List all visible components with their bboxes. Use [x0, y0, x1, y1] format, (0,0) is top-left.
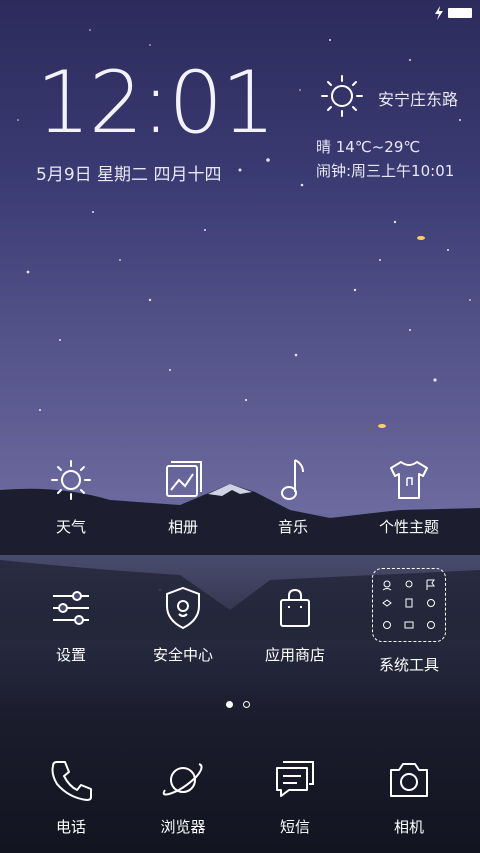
alarm-info: 闹钟:周三上午10:01	[316, 162, 455, 180]
music-note-icon	[281, 459, 304, 500]
app-label: 音乐	[277, 518, 308, 536]
gallery-icon	[166, 461, 202, 497]
page-indicator[interactable]	[226, 701, 250, 708]
app-label: 天气	[55, 518, 86, 536]
dock-phone[interactable]: 电话	[16, 756, 126, 837]
app-gallery[interactable]: 相册	[128, 456, 238, 537]
app-label: 安全中心	[152, 646, 213, 664]
app-label: 应用商店	[264, 646, 325, 664]
clock-date: 5月9日 星期二 四月十四	[36, 165, 222, 185]
page-dot[interactable]	[243, 701, 250, 708]
app-label: 短信	[279, 818, 310, 836]
sun-icon	[51, 460, 91, 500]
clock-time[interactable]: 12:01	[36, 60, 276, 146]
app-label: 设置	[55, 646, 86, 664]
shield-icon	[166, 586, 200, 630]
app-label: 浏览器	[160, 818, 206, 836]
dock-messages[interactable]: 短信	[240, 756, 350, 837]
app-label: 相机	[393, 818, 424, 836]
app-label: 个性主题	[378, 518, 439, 536]
weather-temperature: 晴 14℃~29℃	[316, 138, 421, 156]
weather-location: 安宁庄东路	[378, 90, 459, 109]
dock-camera[interactable]: 相机	[354, 756, 464, 837]
battery-icon	[448, 8, 472, 18]
app-themes[interactable]: 个性主题	[354, 456, 464, 537]
app-store[interactable]: 应用商店	[240, 584, 350, 665]
tshirt-icon	[390, 461, 428, 499]
folder-preview-icons	[382, 579, 435, 629]
camera-icon	[390, 763, 428, 797]
charging-icon	[435, 6, 443, 20]
app-label: 系统工具	[378, 656, 439, 674]
app-music[interactable]: 音乐	[238, 456, 348, 537]
app-system-tools-folder[interactable]: 系统工具	[354, 568, 464, 675]
app-settings[interactable]: 设置	[16, 584, 126, 665]
planet-icon	[162, 763, 203, 796]
app-label: 电话	[55, 818, 86, 836]
app-label: 相册	[167, 518, 198, 536]
message-icon	[276, 761, 314, 797]
phone-icon	[51, 761, 92, 801]
sun-icon[interactable]	[318, 72, 366, 120]
app-weather[interactable]: 天气	[16, 456, 126, 537]
sliders-icon	[53, 591, 89, 625]
app-security-center[interactable]: 安全中心	[128, 584, 238, 665]
page-dot-active[interactable]	[226, 701, 233, 708]
folder-icon	[372, 568, 446, 642]
shopping-bag-icon	[280, 588, 310, 627]
status-bar	[434, 6, 472, 20]
dock-browser[interactable]: 浏览器	[128, 756, 238, 837]
